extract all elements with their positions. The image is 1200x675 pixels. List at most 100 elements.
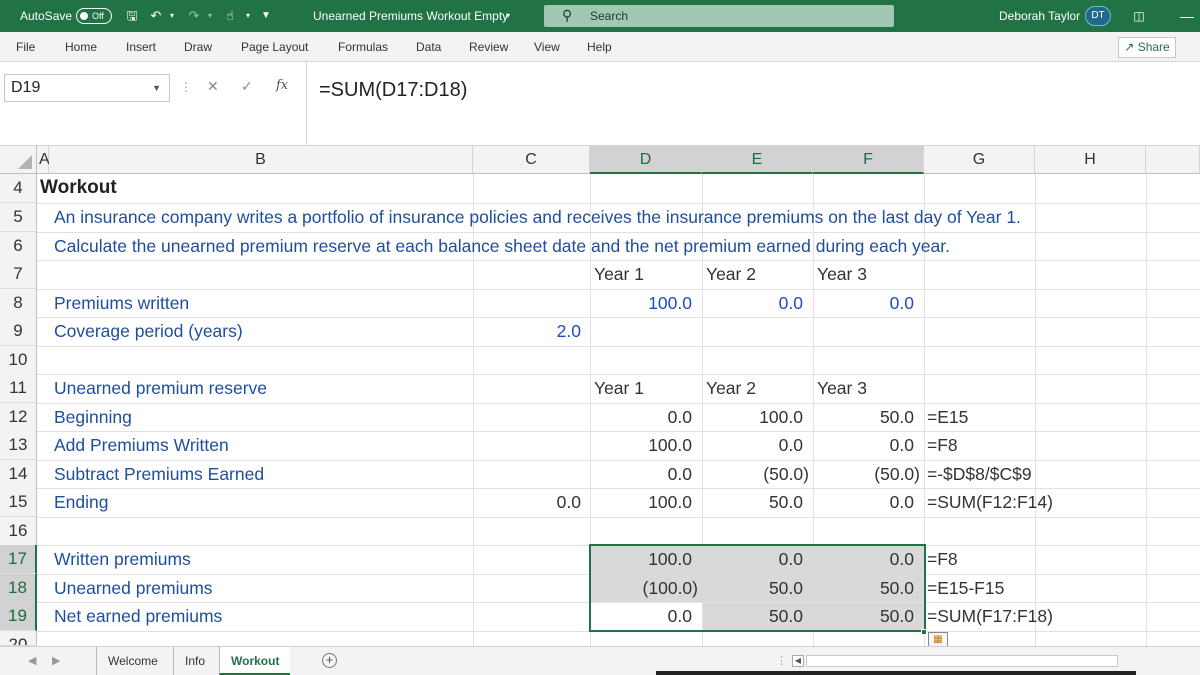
row-header-13[interactable]: 13	[0, 431, 37, 460]
premiums-written-f8[interactable]: 0.0	[813, 289, 914, 317]
year-header-d11[interactable]: Year 1	[594, 374, 644, 402]
year-header-d7[interactable]: Year 1	[594, 260, 644, 288]
tab-page-layout[interactable]: Page Layout	[241, 32, 308, 62]
beginning-d12[interactable]: 0.0	[590, 403, 692, 431]
year-header-e7[interactable]: Year 2	[706, 260, 756, 288]
title-dropdown-icon[interactable]: ▾	[506, 0, 510, 32]
add-premiums-e13[interactable]: 0.0	[702, 431, 803, 459]
sheet-title[interactable]: Workout	[40, 174, 117, 202]
add-premiums-d13[interactable]: 100.0	[590, 431, 692, 459]
row-header-10[interactable]: 10	[0, 346, 37, 375]
redo-icon[interactable]: ↷	[186, 8, 202, 24]
minimize-icon[interactable]: —	[1172, 0, 1200, 32]
row-header-15[interactable]: 15	[0, 488, 37, 517]
touch-mode-icon[interactable]: ☝	[222, 8, 238, 24]
subtract-earned-d14[interactable]: 0.0	[590, 460, 692, 488]
tab-home[interactable]: Home	[65, 32, 97, 62]
formula-text-g12[interactable]: =E15	[927, 403, 968, 431]
row-header-11[interactable]: 11	[0, 374, 37, 403]
autosave-toggle[interactable]: Off	[76, 8, 112, 24]
premiums-written-d8[interactable]: 100.0	[590, 289, 692, 317]
select-all-corner[interactable]	[0, 146, 37, 174]
add-premiums-f13[interactable]: 0.0	[813, 431, 914, 459]
formula-bar-grip[interactable]: ⋮	[180, 80, 192, 94]
add-premiums-label[interactable]: Add Premiums Written	[54, 431, 229, 459]
beginning-label[interactable]: Beginning	[54, 403, 132, 431]
reserve-header-label[interactable]: Unearned premium reserve	[54, 374, 267, 402]
tab-file[interactable]: File	[16, 32, 35, 62]
row-header-16[interactable]: 16	[0, 517, 37, 546]
ribbon-display-icon[interactable]: ◫	[1124, 0, 1154, 32]
column-header-e[interactable]: E	[702, 146, 813, 174]
beginning-f12[interactable]: 50.0	[813, 403, 914, 431]
ending-c15[interactable]: 0.0	[473, 488, 581, 516]
premiums-written-e8[interactable]: 0.0	[702, 289, 803, 317]
row-header-20[interactable]: 20	[0, 631, 37, 646]
tab-help[interactable]: Help	[587, 32, 612, 62]
column-header-g[interactable]: G	[924, 146, 1035, 174]
hscroll-left-icon[interactable]: ◀	[792, 655, 804, 667]
formula-text-g13[interactable]: =F8	[927, 431, 958, 459]
customize-qat-icon[interactable]: ▼	[258, 8, 274, 24]
worksheet-grid[interactable]: A B C D E F G H 4 5 6 7 8 9 10 11 12 13 …	[0, 146, 1200, 646]
unearned-premiums-label[interactable]: Unearned premiums	[54, 574, 213, 602]
row-header-7[interactable]: 7	[0, 260, 37, 289]
sheet-tab-workout[interactable]: Workout	[219, 647, 291, 675]
coverage-period-c9[interactable]: 2.0	[473, 317, 581, 345]
ending-d15[interactable]: 100.0	[590, 488, 692, 516]
tab-formulas[interactable]: Formulas	[338, 32, 388, 62]
column-header-d[interactable]: D	[590, 146, 702, 174]
enter-icon[interactable]: ✓	[241, 78, 253, 95]
ending-f15[interactable]: 0.0	[813, 488, 914, 516]
subtract-earned-f14[interactable]: (50.0)	[813, 460, 920, 488]
formula-text-g14[interactable]: =-$D$8/$C$9	[927, 460, 1032, 488]
formula-input[interactable]: =SUM(D17:D18)	[306, 62, 1200, 146]
formula-text-g17[interactable]: =F8	[927, 545, 958, 573]
written-premiums-label[interactable]: Written premiums	[54, 545, 191, 573]
year-header-f7[interactable]: Year 3	[817, 260, 867, 288]
fill-handle[interactable]	[921, 629, 927, 635]
column-header-i[interactable]	[1146, 146, 1200, 174]
row-header-17[interactable]: 17	[0, 545, 37, 574]
subtract-earned-label[interactable]: Subtract Premiums Earned	[54, 460, 264, 488]
ending-e15[interactable]: 50.0	[702, 488, 803, 516]
row-header-5[interactable]: 5	[0, 203, 37, 232]
column-header-a[interactable]: A	[37, 146, 50, 174]
coverage-period-label[interactable]: Coverage period (years)	[54, 317, 243, 345]
row-header-9[interactable]: 9	[0, 317, 37, 346]
column-header-b[interactable]: B	[49, 146, 473, 174]
row-header-18[interactable]: 18	[0, 574, 37, 603]
column-header-c[interactable]: C	[473, 146, 590, 174]
row-header-6[interactable]: 6	[0, 232, 37, 261]
sheet-tab-welcome[interactable]: Welcome	[96, 647, 169, 675]
sheet-tab-info[interactable]: Info	[173, 647, 216, 675]
formula-text-g18[interactable]: =E15-F15	[927, 574, 1004, 602]
ending-label[interactable]: Ending	[54, 488, 109, 516]
insert-function-icon[interactable]: fx	[276, 78, 288, 93]
scroll-tabs-left-icon[interactable]: ◀	[28, 647, 36, 675]
formula-text-g19[interactable]: =SUM(F17:F18)	[927, 602, 1053, 630]
formula-text-g15[interactable]: =SUM(F12:F14)	[927, 488, 1053, 516]
tab-insert[interactable]: Insert	[126, 32, 156, 62]
premiums-written-label[interactable]: Premiums written	[54, 289, 189, 317]
add-sheet-icon[interactable]: +	[322, 653, 337, 668]
undo-dropdown-icon[interactable]: ▾	[164, 8, 180, 24]
year-header-f11[interactable]: Year 3	[817, 374, 867, 402]
tab-data[interactable]: Data	[416, 32, 441, 62]
beginning-e12[interactable]: 100.0	[702, 403, 803, 431]
subtract-earned-e14[interactable]: (50.0)	[702, 460, 809, 488]
tab-review[interactable]: Review	[469, 32, 508, 62]
row-header-4[interactable]: 4	[0, 174, 37, 203]
row-header-14[interactable]: 14	[0, 460, 37, 489]
row-header-8[interactable]: 8	[0, 289, 37, 318]
selection-range[interactable]	[589, 544, 926, 632]
share-button[interactable]: ↗ Share	[1118, 37, 1176, 58]
save-icon[interactable]: 🖫	[124, 8, 140, 24]
column-header-h[interactable]: H	[1035, 146, 1146, 174]
problem-line-2[interactable]: Calculate the unearned premium reserve a…	[54, 232, 950, 260]
tab-view[interactable]: View	[534, 32, 560, 62]
horizontal-scrollbar[interactable]	[806, 655, 1118, 667]
cancel-icon[interactable]: ✕	[207, 78, 219, 95]
net-earned-label[interactable]: Net earned premiums	[54, 602, 222, 630]
problem-line-1[interactable]: An insurance company writes a portfolio …	[54, 203, 1021, 231]
